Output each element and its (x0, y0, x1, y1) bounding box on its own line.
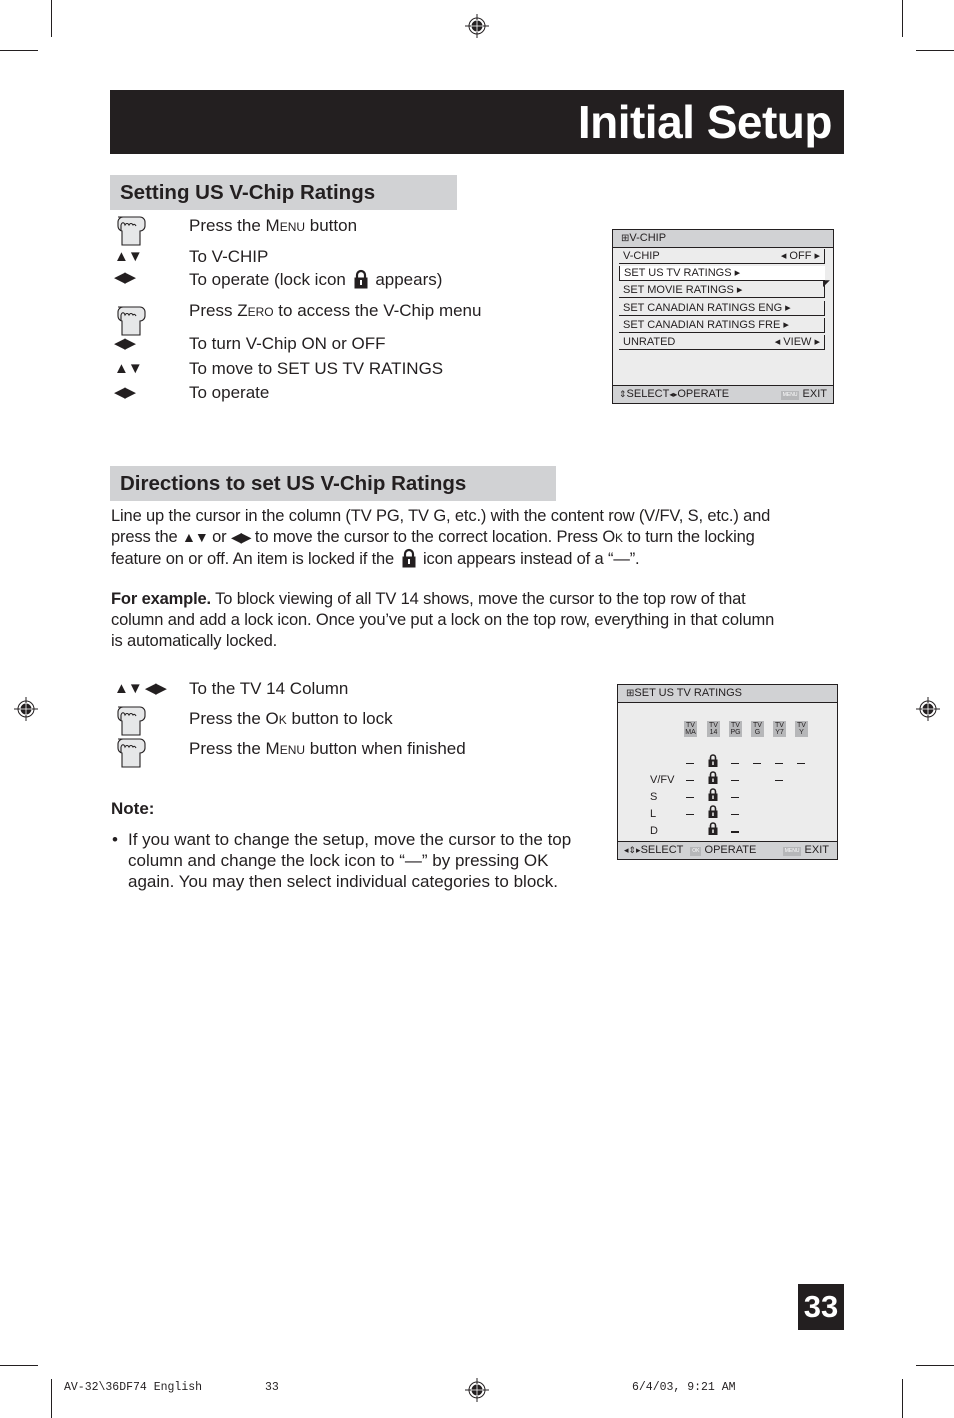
crop-mark (51, 0, 52, 37)
crop-mark (916, 50, 954, 51)
content-row-label: D (650, 825, 658, 837)
rating-column-header: TV PG (729, 721, 742, 737)
note-text: If you want to change the setup, move th… (128, 830, 572, 891)
ratings-menu-footer: ◂⇕▸SELECT OK OPERATE MENU EXIT (618, 841, 837, 859)
step-press-ok: Press the Ok button to lock (189, 709, 393, 728)
ok-badge: OK (690, 847, 702, 856)
slug-page: 33 (265, 1381, 279, 1394)
section-heading: Directions to set US V-Chip Ratings (110, 466, 556, 501)
crop-mark (0, 1365, 38, 1366)
registration-mark-icon (14, 697, 38, 721)
lock-icon[interactable] (708, 754, 718, 767)
page-number: 33 (798, 1284, 844, 1330)
section-heading: Setting US V-Chip Ratings (110, 175, 457, 210)
menu-item-set-movie-ratings[interactable]: SET MOVIE RATINGS ▸ (619, 283, 825, 298)
content-row-label: V/FV (650, 774, 675, 786)
menu-item-set-canadian-eng[interactable]: SET CANADIAN RATINGS ENG ▸ (619, 301, 825, 316)
registration-mark-icon (465, 1378, 489, 1402)
ratings-menu-title: ⊞SET US TV RATINGS (618, 685, 837, 703)
unlocked-dash[interactable] (731, 780, 739, 781)
crop-mark (902, 1379, 903, 1418)
left-right-arrows-icon: ◀▶ (230, 529, 252, 545)
unlocked-dash[interactable] (797, 763, 805, 764)
hand-press-icon (117, 738, 146, 768)
left-right-arrows-icon: ◀▶ (114, 384, 136, 401)
vchip-menu-footer: ⇕SELECT◂▸OPERATE MENU EXIT (613, 385, 833, 403)
menu-badge: MENU (782, 847, 802, 856)
crop-mark (0, 50, 38, 51)
step-press-menu: Press the Menu button (189, 216, 358, 235)
content-row-label: L (650, 808, 657, 820)
slug-file: AV-32\36DF74 English (64, 1381, 203, 1394)
menu-item-set-canadian-fre[interactable]: SET CANADIAN RATINGS FRE ▸ (619, 318, 825, 333)
up-down-icon: ⇕ (619, 389, 627, 399)
cursor-cell[interactable] (731, 831, 739, 833)
ratings-grid: TV MA TV 14 TV PG TV G TV Y7 TV Y V/FV S L D (618, 703, 837, 841)
registration-mark-icon (916, 697, 940, 721)
lock-icon (402, 548, 416, 568)
lock-icon[interactable] (708, 822, 718, 835)
left-right-arrows-icon: ◀▶ (114, 335, 136, 352)
registration-mark-icon (465, 14, 489, 38)
chapter-title-bar: Initial Setup (110, 90, 844, 154)
unlocked-dash[interactable] (731, 797, 739, 798)
unlocked-dash[interactable] (686, 763, 694, 764)
rating-column-header: TV Y (795, 721, 808, 737)
vchip-menu-screen: ⊞V-CHIP V-CHIP ◂ OFF ▸ SET US TV RATINGS … (612, 229, 834, 404)
step-operate-lock: To operate (lock icon appears) (189, 269, 443, 289)
lock-icon (354, 269, 368, 289)
ratings-menu-screen: ⊞SET US TV RATINGS TV MA TV 14 TV PG TV G TV Y7 TV… (617, 684, 838, 860)
crop-mark (51, 1379, 52, 1418)
content-row-label: S (650, 791, 658, 803)
up-down-arrows-icon: ▲▼ (114, 360, 143, 377)
menu-item-vchip[interactable]: V-CHIP ◂ OFF ▸ (619, 249, 825, 264)
unlocked-dash[interactable] (686, 814, 694, 815)
rating-column-header: TV 14 (707, 721, 720, 737)
note-heading: Note: (111, 799, 155, 818)
cursor-pointer-icon: ◤ (823, 278, 830, 288)
four-way-arrows-icon: ◂⇕▸ (624, 845, 641, 855)
hand-press-icon (117, 706, 146, 736)
menu-badge: MENU (780, 391, 800, 400)
slug-date: 6/4/03, 9:21 AM (632, 1381, 736, 1394)
unlocked-dash[interactable] (686, 780, 694, 781)
step-move-us-ratings: To move to SET US TV RATINGS (189, 359, 444, 378)
example-paragraph: For example. To block viewing of all TV … (111, 590, 775, 650)
step-vchip-on-off: To turn V-Chip ON or OFF (189, 334, 386, 353)
unlocked-dash[interactable] (731, 763, 739, 764)
note-bullet: • (112, 830, 118, 849)
lock-icon[interactable] (708, 771, 718, 784)
unlocked-dash[interactable] (775, 763, 783, 764)
unlocked-dash[interactable] (775, 780, 783, 781)
unlocked-dash[interactable] (686, 797, 694, 798)
left-right-arrows-icon: ◀▶ (114, 269, 136, 286)
step-tv14-column: To the TV 14 Column (189, 679, 349, 698)
step-press-menu-finished: Press the Menu button when finished (189, 739, 466, 758)
step-press-zero: Press Zero to access the V-Chip menu (189, 301, 482, 320)
menu-item-unrated[interactable]: UNRATED ◂ VIEW ▸ (619, 335, 825, 350)
crop-mark (916, 1365, 954, 1366)
step-operate: To operate (189, 383, 270, 402)
menu-item-set-us-tv-ratings[interactable]: SET US TV RATINGS ▸ (619, 266, 825, 281)
up-down-arrows-icon: ▲▼ (114, 248, 143, 265)
step-to-vchip: To V-CHIP (189, 247, 269, 266)
unlocked-dash[interactable] (753, 763, 761, 764)
rating-column-header: TV Y7 (773, 721, 786, 737)
rating-column-header: TV G (751, 721, 764, 737)
vchip-menu-title: ⊞V-CHIP (613, 230, 833, 248)
lock-icon[interactable] (708, 805, 718, 818)
directions-paragraph: Line up the cursor in the column (TV PG,… (111, 507, 771, 568)
chapter-title: Initial Setup (577, 96, 833, 148)
lock-icon[interactable] (708, 788, 718, 801)
up-down-arrows-icon: ▲▼ (181, 529, 209, 545)
hand-press-icon (117, 216, 146, 246)
rating-column-header: TV MA (684, 721, 697, 737)
hand-press-icon (117, 306, 146, 336)
crop-mark (902, 0, 903, 37)
unlocked-dash[interactable] (731, 814, 739, 815)
arrows-all-icon: ▲▼ ◀▶ (114, 680, 167, 697)
